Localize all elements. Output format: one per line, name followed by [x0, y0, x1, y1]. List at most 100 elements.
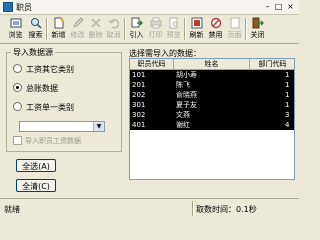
table-row[interactable]: 201 陈飞 1 [130, 80, 294, 90]
refresh-label: 刷新 [189, 31, 204, 39]
table-row[interactable]: 101 胡小寿 1 [130, 70, 294, 80]
status-text: 就绪 [4, 205, 20, 214]
disable-label: 禁用 [208, 31, 223, 39]
delete-icon [90, 18, 101, 28]
table-row[interactable]: 401 谢红 4 [130, 120, 294, 130]
checkbox-label: 导入职员工资数据 [25, 137, 81, 145]
exit-icon [252, 17, 264, 29]
cell-name: 胡小寿 [176, 71, 197, 79]
cell-dept: 1 [285, 91, 290, 99]
cell-dept: 1 [285, 101, 290, 109]
table-row[interactable]: 202 俞晓燕 1 [130, 90, 294, 100]
new-label: 新增 [51, 31, 66, 39]
cell-code: 202 [132, 91, 146, 99]
delete-label: 删除 [88, 31, 103, 39]
grid-header: 职员代码 姓名 部门代码 [130, 59, 294, 70]
checkbox-box [13, 135, 22, 145]
browse-button[interactable]: 浏览 [6, 16, 25, 42]
select-all-button[interactable]: 全选(A) [16, 159, 56, 172]
status-bar: 就绪 取数时间：0.1秒 [0, 198, 299, 219]
toolbar-separator [124, 18, 126, 40]
column-header-dept[interactable]: 部门代码 [250, 59, 294, 69]
browse-label: 浏览 [8, 31, 23, 39]
cell-code: 301 [132, 101, 146, 109]
radio-label: 工资其它类别 [26, 65, 74, 74]
page-label: 页面 [227, 31, 242, 39]
radio-circle [13, 64, 22, 73]
status-divider [192, 201, 194, 216]
cancel-button[interactable]: 取消 [104, 16, 123, 42]
cell-dept: 1 [285, 71, 290, 79]
import-icon [131, 17, 143, 28]
edit-label: 修改 [70, 31, 85, 39]
category-select[interactable]: ▼ [19, 121, 105, 132]
radio-label: 工资单一类别 [26, 103, 74, 112]
employee-window: 职员 – □ × 浏览 搜索 新增 修改 删除 取消 引入 打印 预览 刷新 禁… [0, 0, 299, 219]
refresh-button[interactable]: 刷新 [187, 16, 206, 42]
data-source-group: 导入数据源 工资其它类别 总账数据 工资单一类别 ▼ 导入职员工资数据 [6, 47, 122, 152]
maximize-button[interactable]: □ [273, 2, 284, 12]
printer-icon [150, 17, 161, 29]
browse-icon [10, 18, 21, 28]
app-icon [3, 2, 13, 12]
page-icon [230, 17, 239, 29]
undo-icon [108, 19, 119, 29]
edit-icon [72, 17, 84, 28]
column-header-name[interactable]: 姓名 [174, 59, 250, 69]
cell-dept: 1 [285, 81, 290, 89]
chevron-down-icon[interactable]: ▼ [93, 122, 104, 131]
cell-name: 陈飞 [176, 81, 190, 89]
edit-button[interactable]: 修改 [68, 16, 87, 42]
cell-name: 俞晓燕 [176, 91, 197, 99]
cell-name: 谢红 [176, 121, 190, 129]
search-button[interactable]: 搜索 [26, 16, 45, 42]
new-button[interactable]: 新增 [49, 16, 68, 42]
toolbar: 浏览 搜索 新增 修改 删除 取消 引入 打印 预览 刷新 禁用 页面 关闭 [0, 15, 299, 44]
radio-circle [13, 102, 22, 111]
cell-code: 201 [132, 81, 146, 89]
cell-name: 文燕 [176, 111, 190, 119]
close-label: 关闭 [250, 31, 265, 39]
delete-button[interactable]: 删除 [86, 16, 105, 42]
toolbar-separator [245, 18, 247, 40]
radio-single-category[interactable]: 工资单一类别 [13, 102, 74, 113]
print-button[interactable]: 打印 [146, 16, 165, 42]
cell-dept: 3 [285, 111, 290, 119]
radio-general-ledger[interactable]: 总账数据 [13, 83, 58, 94]
ban-icon [210, 17, 221, 29]
page-button[interactable]: 页面 [225, 16, 244, 42]
window-title: 职员 [16, 3, 32, 12]
close-button[interactable]: 关闭 [248, 16, 267, 42]
title-bar: 职员 – □ × [0, 0, 299, 15]
table-row[interactable]: 301 夏子友 1 [130, 100, 294, 110]
minimize-button[interactable]: – [262, 2, 273, 12]
preview-icon [169, 17, 177, 29]
toolbar-separator [46, 18, 48, 40]
radio-other-category[interactable]: 工资其它类别 [13, 64, 74, 75]
preview-label: 预览 [166, 31, 181, 39]
fetch-time-text: 取数时间：0.1秒 [196, 205, 257, 214]
cell-code: 101 [132, 71, 146, 79]
clear-all-button[interactable]: 全清(C) [16, 179, 56, 192]
import-data-grid[interactable]: 职员代码 姓名 部门代码 101 胡小寿 1 201 陈飞 1 202 俞晓燕 … [129, 58, 295, 180]
cancel-label: 取消 [106, 31, 121, 39]
disable-button[interactable]: 禁用 [206, 16, 225, 42]
search-icon [30, 18, 42, 29]
table-row[interactable]: 302 文燕 3 [130, 110, 294, 120]
close-window-button[interactable]: × [285, 2, 296, 12]
import-salary-checkbox[interactable]: 导入职员工资数据 [13, 135, 81, 146]
cell-code: 401 [132, 121, 146, 129]
data-source-title: 导入数据源 [11, 47, 55, 58]
cell-dept: 4 [285, 121, 290, 129]
refresh-icon [191, 17, 202, 29]
column-header-code[interactable]: 职员代码 [130, 59, 174, 69]
cell-name: 夏子友 [176, 101, 197, 109]
radio-circle-selected [13, 83, 22, 92]
search-label: 搜索 [28, 31, 43, 39]
preview-button[interactable]: 预览 [164, 16, 183, 42]
import-button[interactable]: 引入 [127, 16, 146, 42]
radio-label: 总账数据 [26, 84, 58, 93]
toolbar-separator [184, 18, 186, 40]
new-icon [54, 17, 63, 29]
cell-code: 302 [132, 111, 146, 119]
